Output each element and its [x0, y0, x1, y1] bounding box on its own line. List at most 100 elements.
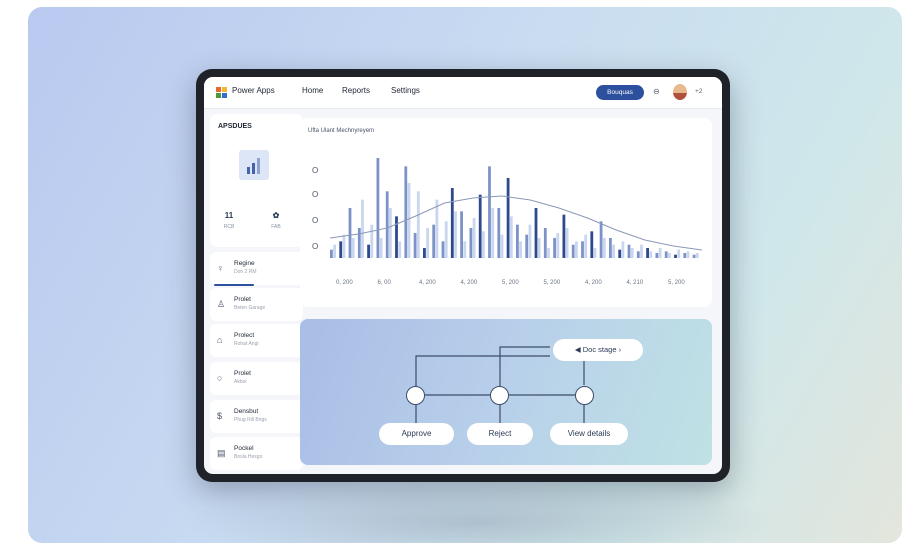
chart-bar — [460, 211, 463, 258]
user-count-badge: +2 — [695, 88, 703, 95]
sidebar-item-prolet[interactable]: ♙ Prolet Beten Garage — [210, 288, 303, 321]
chart-bar — [463, 241, 467, 258]
approve-button[interactable]: Approve — [379, 423, 454, 445]
sidebar-item-prolect[interactable]: ⌂ Prolect Rohat Angi — [210, 324, 303, 357]
dollar-icon: $ — [217, 411, 223, 421]
bar-chart: O O O O 0, 200 6, 00 4, 200 4, 200 5, 200 5, 200 4… — [312, 158, 703, 286]
chart-bar — [506, 178, 510, 258]
chart-bar — [621, 241, 625, 258]
chart-bar — [348, 208, 352, 258]
chart-bar — [404, 166, 408, 258]
y-tick-label: O — [312, 166, 318, 175]
user-icon: ♙ — [217, 299, 226, 309]
chart-bar — [677, 249, 681, 258]
nav-reports[interactable]: Reports — [342, 86, 370, 95]
view-details-button[interactable]: View details — [550, 423, 628, 445]
chart-bar — [333, 244, 336, 258]
chart-bar — [398, 241, 402, 258]
chart-bar — [500, 234, 504, 258]
chart-bar — [590, 231, 594, 258]
power-apps-logo-icon — [216, 87, 227, 98]
x-tick-label: 4, 210 — [627, 280, 644, 286]
sidebar-item-prolet-2[interactable]: ○ Prolet Akbol — [210, 362, 303, 395]
chart-bar — [472, 218, 476, 258]
tablet-device: Power Apps Home Reports Settings Bouquas… — [196, 69, 730, 482]
chart-bar — [444, 221, 448, 258]
chart-bar — [389, 208, 392, 258]
app-screen: Power Apps Home Reports Settings Bouquas… — [204, 77, 722, 474]
settings-gear-icon[interactable]: ⊖ — [653, 87, 660, 96]
user-node-icon — [490, 386, 509, 405]
mini-chart-icon — [239, 150, 269, 180]
chart-bar — [339, 241, 343, 258]
chart-bar — [562, 214, 566, 258]
chart-bar — [612, 244, 615, 258]
x-tick-label: 5, 200 — [502, 280, 519, 286]
chart-bar — [357, 228, 361, 258]
x-tick-label: 4, 200 — [461, 280, 478, 286]
caret-left-icon: ◀ — [574, 345, 583, 354]
chart-bar — [534, 208, 538, 258]
chart-bar — [426, 228, 429, 258]
chart-bar — [413, 233, 417, 258]
chart-bar — [602, 238, 606, 258]
sidebar-item-regine[interactable]: ♀ Regine Don 2 RM — [210, 252, 303, 286]
sidebar-summary-card: APSDUES 11 RCB ✿ FAB — [210, 114, 303, 247]
chart-bar — [488, 166, 491, 258]
chart-bar — [646, 248, 649, 258]
home-icon: ⌂ — [217, 335, 223, 345]
chart-bar — [385, 191, 389, 258]
chart-bar — [525, 234, 529, 258]
chart-bar — [351, 238, 355, 258]
chevron-right-icon: › — [616, 345, 622, 354]
chart-bar — [435, 199, 439, 258]
chart-bar — [581, 241, 584, 258]
chart-bar — [367, 244, 370, 258]
primary-action-button[interactable]: Bouquas — [596, 85, 644, 100]
sidebar-item-densbut[interactable]: $ Densbut Phug Rill Brigs — [210, 400, 303, 433]
chart-bar — [376, 158, 380, 258]
document-icon: ▤ — [217, 448, 226, 458]
chart-bar — [649, 251, 653, 258]
chart-bar — [361, 199, 364, 258]
y-tick-label: O — [312, 190, 318, 199]
chart-card: Ufta Ulant Mechnyreyem O O O O 0, 200 6, 00 4,… — [300, 118, 712, 307]
chart-bar — [482, 231, 485, 258]
chart-bar — [686, 251, 690, 258]
reject-button[interactable]: Reject — [467, 423, 533, 445]
chart-bar — [450, 188, 454, 258]
chart-bar — [553, 238, 556, 258]
sidebar-item-pockel[interactable]: ▤ Pockel Bosla Hesgo — [210, 437, 303, 470]
chart-bar — [454, 211, 457, 258]
chart-bar — [599, 221, 603, 258]
x-tick-label: 5, 200 — [544, 280, 561, 286]
chart-bar — [618, 249, 622, 258]
chart-bar — [395, 216, 398, 258]
chart-bar — [584, 234, 588, 258]
chart-bar — [683, 253, 687, 258]
chart-bar — [416, 191, 420, 258]
chart-bar — [556, 233, 560, 258]
chart-bar — [565, 228, 569, 258]
nav-home[interactable]: Home — [302, 86, 323, 95]
circle-icon: ○ — [217, 373, 223, 383]
app-name: Power Apps — [232, 86, 275, 95]
sidebar: APSDUES 11 RCB ✿ FAB ♀ Regine Don 2 RM ♙… — [210, 114, 303, 471]
chart-bar — [627, 244, 631, 258]
chart-bar — [491, 208, 495, 258]
chart-bar — [519, 241, 522, 258]
chart-bar — [575, 241, 578, 258]
chart-bar — [571, 244, 575, 258]
y-tick-label: O — [312, 242, 318, 251]
y-tick-label: O — [312, 216, 318, 225]
user-avatar[interactable] — [673, 84, 687, 100]
stat-item: ✿ FAB — [271, 211, 281, 230]
chart-bar — [370, 224, 374, 258]
doc-stage-callout[interactable]: ◀ Doc stage › — [553, 339, 643, 361]
chart-bar — [509, 216, 513, 258]
nav-settings[interactable]: Settings — [391, 86, 420, 95]
chart-bar — [379, 238, 383, 258]
chart-bar — [664, 251, 668, 258]
chart-bar — [330, 249, 333, 258]
chart-bar — [640, 244, 643, 258]
